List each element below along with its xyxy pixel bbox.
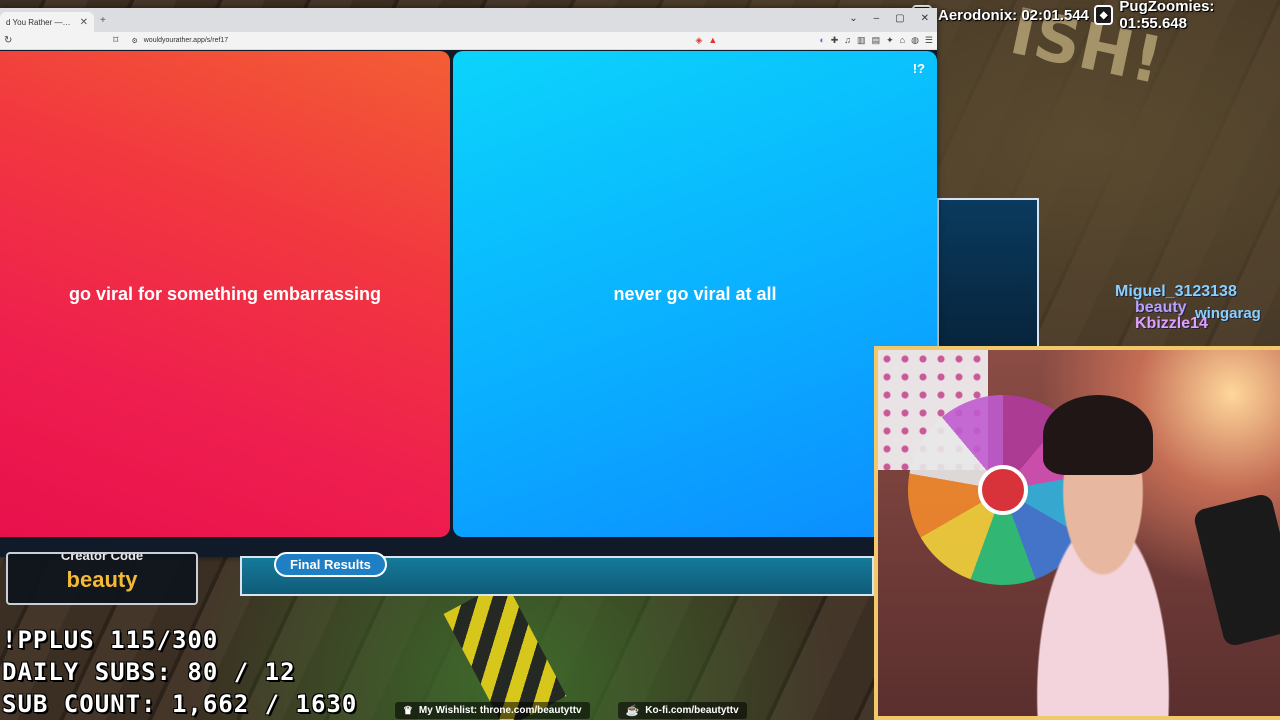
would-you-rather-page: go viral for something embarrassing neve… xyxy=(0,50,937,557)
timer-aerodonix: ◆ Aerodonix: 02:01.544 xyxy=(912,2,1089,28)
option-a-card[interactable]: go viral for something embarrassing xyxy=(0,51,450,537)
shield-icon[interactable]: ◍ xyxy=(911,35,919,46)
wallet-icon[interactable]: ▤ xyxy=(872,35,881,46)
game-panel xyxy=(937,198,1039,348)
plus-goal: !PPLUS 115/300 xyxy=(2,626,219,654)
close-window-icon[interactable]: ✕ xyxy=(921,13,929,24)
address-bar[interactable]: ⚙ wouldyourather.app/s/ref17 xyxy=(127,34,687,48)
kofi-cup-icon: ☕ xyxy=(625,704,640,717)
extension-icon[interactable]: ◐ xyxy=(819,35,824,46)
music-icon[interactable]: ♫ xyxy=(844,35,851,46)
close-tab-icon[interactable]: ✕ xyxy=(80,17,88,28)
final-results-button[interactable]: Final Results xyxy=(274,552,387,577)
minimize-icon[interactable]: – xyxy=(874,13,880,24)
puzzle-icon[interactable]: ✚ xyxy=(831,35,839,46)
menu-icon[interactable]: ☰ xyxy=(925,35,933,46)
reload-icon[interactable]: ↻ xyxy=(4,35,12,46)
wishlist-text: My Wishlist: throne.com/beautyttv xyxy=(418,704,582,716)
timer-text: PugZoomies: 01:55.648 xyxy=(1119,0,1215,32)
creator-code-value: beauty xyxy=(66,567,138,592)
browser-tab[interactable]: d You Rather — Play the O ✕ xyxy=(0,12,94,32)
kofi-text: Ko-fi.com/beautyttv xyxy=(645,704,739,716)
vpn-icon[interactable]: ⌂ xyxy=(900,35,905,46)
stream-stats: !PPLUS 115/300 DAILY SUBS: 80 / 12 SUB C… xyxy=(2,624,357,720)
tab-list-icon[interactable]: ⌄ xyxy=(849,13,857,24)
url-text: wouldyourather.app/s/ref17 xyxy=(143,37,229,44)
chat-name: beauty xyxy=(1135,299,1187,316)
timer-text: Aerodonix: 02:01.544 xyxy=(938,6,1089,24)
tab-title: d You Rather — Play the O xyxy=(6,17,72,27)
option-a-text: go viral for something embarrassing xyxy=(68,283,382,304)
browser-window: d You Rather — Play the O ✕ + ⌄ – ▢ ✕ ↻ … xyxy=(0,8,937,557)
new-tab-icon[interactable]: + xyxy=(100,15,106,26)
bottom-links: ♛ My Wishlist: throne.com/beautyttv ☕ Ko… xyxy=(395,700,747,720)
crown-icon: ♛ xyxy=(403,704,413,717)
option-b-text: never go viral at all xyxy=(613,283,777,304)
site-info-icon[interactable]: ⚙ xyxy=(131,37,137,45)
maximize-icon[interactable]: ▢ xyxy=(895,13,904,24)
webcam-feed xyxy=(874,346,1280,720)
timer-pugzoomies: ◆ PugZoomies: 01:55.648 xyxy=(1094,0,1280,32)
chat-name: Miguel_3123138 xyxy=(1115,283,1237,300)
chat-name: Kbizzle14 xyxy=(1135,315,1208,332)
creator-code-box: Creator Code beauty xyxy=(6,552,198,605)
help-button[interactable]: !? xyxy=(913,61,925,76)
ai-icon[interactable]: ✦ xyxy=(886,35,894,46)
sidebar-icon[interactable]: ▥ xyxy=(857,35,866,46)
extension-icons: ◈ ▲ ◐ ✚ ♫ ▥ ▤ ✦ ⌂ ◍ ☰ xyxy=(695,35,933,46)
results-panel: Final Results xyxy=(240,552,874,596)
window-controls: ⌄ – ▢ ✕ xyxy=(849,13,929,24)
kofi-link: ☕ Ko-fi.com/beautyttv xyxy=(617,701,747,719)
daily-subs: DAILY SUBS: 80 / 12 xyxy=(2,658,296,686)
option-b-card[interactable]: never go viral at all !? xyxy=(453,51,937,537)
nav-bar: ↻ ⌑ ⚙ wouldyourather.app/s/ref17 ◈ ▲ ◐ ✚… xyxy=(0,32,937,50)
bookmark-icon[interactable]: ⌑ xyxy=(112,35,119,46)
brave-shield-icon[interactable]: ◈ xyxy=(695,35,702,46)
roblox-icon: ◆ xyxy=(1094,5,1114,25)
brave-rewards-icon[interactable]: ▲ xyxy=(708,35,717,46)
streamer-hair xyxy=(1043,395,1153,475)
sub-count: SUB COUNT: 1,662 / 1630 xyxy=(2,690,358,718)
creator-code-label: Creator Code xyxy=(60,552,144,563)
chat-name-tags: Miguel_3123138 beauty wingarag Kbizzle14 xyxy=(1085,282,1280,342)
tab-bar: d You Rather — Play the O ✕ + ⌄ – ▢ ✕ xyxy=(0,8,937,32)
wishlist-link: ♛ My Wishlist: throne.com/beautyttv xyxy=(395,701,590,719)
